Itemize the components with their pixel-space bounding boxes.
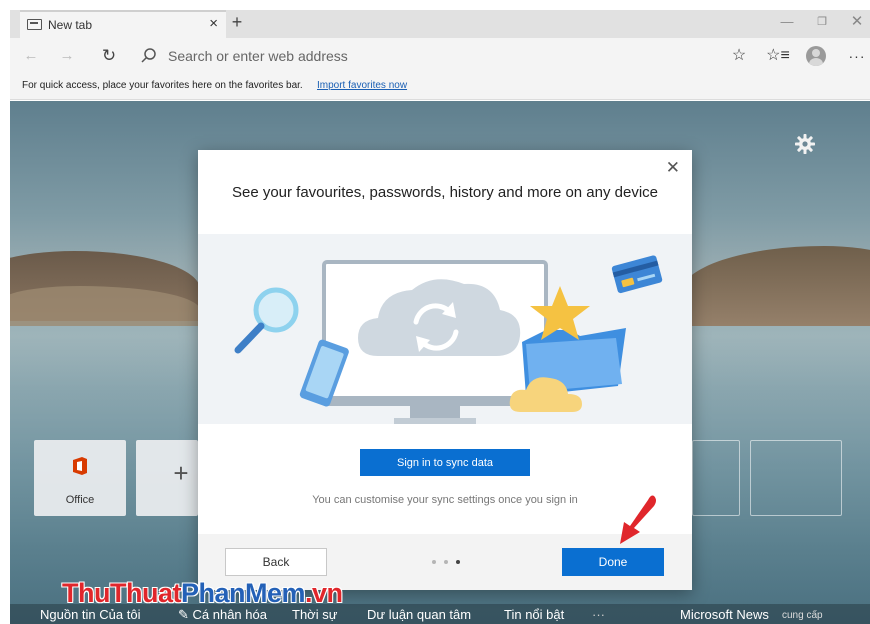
- import-favorites-link[interactable]: Import favorites now: [317, 80, 407, 91]
- title-bar: New tab × + — ❐ ✕: [10, 10, 870, 38]
- red-arrow-icon: [620, 495, 656, 544]
- news-nav-personalize[interactable]: ✎ Cá nhân hóa: [178, 607, 267, 623]
- favorites-bar: For quick access, place your favorites h…: [10, 74, 870, 100]
- new-tab-button[interactable]: +: [226, 11, 248, 35]
- news-nav-highlights[interactable]: Tin nổi bật: [504, 607, 564, 622]
- news-nav-bar: Nguồn tin Của tôi ✎ Cá nhân hóa Thời sự …: [10, 604, 870, 624]
- tab-title: New tab: [48, 18, 93, 32]
- address-bar[interactable]: [130, 43, 750, 69]
- news-provider: Microsoft News: [680, 607, 769, 622]
- news-provider-suffix: cung cấp: [782, 610, 823, 621]
- restore-button[interactable]: ❐: [807, 12, 837, 34]
- back-button[interactable]: Back: [225, 548, 327, 576]
- news-nav-my-feed[interactable]: Nguồn tin Của tôi: [40, 607, 140, 622]
- add-site-tile[interactable]: +: [136, 440, 198, 516]
- office-tile-label: Office: [65, 494, 95, 506]
- favorite-star-icon[interactable]: ☆: [726, 44, 752, 68]
- refresh-icon[interactable]: ↻: [96, 44, 122, 68]
- done-button[interactable]: Done: [562, 548, 664, 576]
- avatar[interactable]: [806, 46, 826, 66]
- office-icon: [73, 457, 87, 475]
- page-dot: [432, 560, 436, 564]
- address-input[interactable]: [168, 45, 728, 67]
- page-dot: [444, 560, 448, 564]
- navigation-bar: ← → ↻ ☆ ☆≡ ···: [10, 38, 870, 74]
- news-nav-current-affairs[interactable]: Thời sự: [292, 607, 337, 622]
- close-icon[interactable]: ✕: [666, 158, 680, 178]
- sync-illustration: [198, 234, 692, 424]
- window-close-button[interactable]: ✕: [842, 12, 870, 34]
- news-nav-public-opinion[interactable]: Dư luận quan tâm: [367, 607, 471, 622]
- close-icon[interactable]: ×: [209, 15, 218, 32]
- favorites-list-icon[interactable]: ☆≡: [765, 44, 791, 68]
- gear-icon[interactable]: [794, 133, 816, 155]
- dialog-title: See your favourites, passwords, history …: [231, 184, 659, 201]
- minimize-button[interactable]: —: [772, 12, 802, 34]
- back-arrow-icon[interactable]: ←: [18, 44, 44, 68]
- sync-illustration-graphic: [234, 255, 663, 424]
- tab-page-icon: [27, 19, 42, 30]
- page-dot-current: [456, 560, 460, 564]
- tab-new-tab[interactable]: New tab ×: [20, 10, 226, 38]
- hill-image-right: [680, 246, 870, 326]
- empty-tile[interactable]: [750, 440, 842, 516]
- search-icon: [141, 48, 156, 63]
- news-nav-more[interactable]: ···: [592, 607, 605, 622]
- page-indicator: [432, 560, 472, 566]
- forward-arrow-icon[interactable]: →: [54, 44, 80, 68]
- empty-tile[interactable]: [692, 440, 740, 516]
- favorites-bar-hint: For quick access, place your favorites h…: [22, 80, 303, 91]
- sign-in-button[interactable]: Sign in to sync data: [360, 449, 530, 476]
- more-icon[interactable]: ···: [844, 44, 870, 68]
- office-tile[interactable]: Office: [34, 440, 126, 516]
